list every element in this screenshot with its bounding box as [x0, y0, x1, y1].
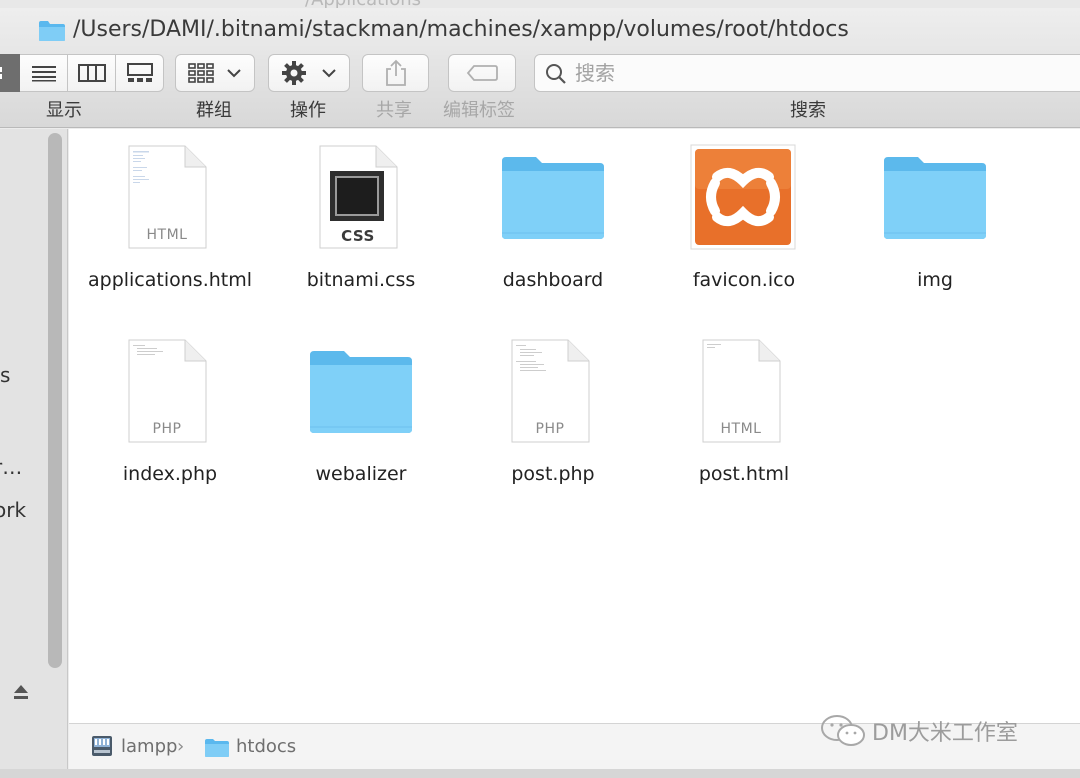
file-name: applications.html	[87, 269, 253, 291]
sidebar-item-partial[interactable]: s	[0, 363, 10, 387]
watermark: DM大米工作室	[820, 714, 1018, 748]
list-view-button[interactable]	[20, 54, 68, 92]
column-view-button[interactable]	[68, 54, 116, 92]
file-name: post.html	[698, 463, 790, 485]
view-label: 显示	[46, 100, 82, 121]
gear-icon	[282, 61, 306, 85]
folder-item-dashboard[interactable]: dashboard	[458, 143, 648, 291]
folder-icon	[498, 143, 608, 253]
gallery-view-button[interactable]	[116, 54, 164, 92]
file-type-label: PHP	[535, 421, 565, 437]
toolbar: 显示 群组 操作 共享 编辑标签 搜索 搜索	[0, 52, 1080, 128]
icon-grid-icon	[0, 67, 2, 79]
file-item-post-php[interactable]: PHP post.php	[458, 337, 648, 485]
file-item-post-html[interactable]: HTML post.html	[649, 337, 839, 485]
gallery-icon	[126, 63, 153, 82]
file-name: index.php	[122, 463, 218, 485]
file-item-index-php[interactable]: PHP index.php	[75, 337, 265, 485]
file-name: dashboard	[502, 269, 604, 291]
search-field[interactable]	[534, 54, 1080, 92]
css-file-icon: CSS	[306, 143, 416, 253]
file-item-favicon-ico[interactable]: favicon.ico	[649, 143, 839, 291]
sidebar-item-partial[interactable]: r…	[0, 455, 22, 479]
path-item-htdocs[interactable]: htdocs	[236, 736, 296, 757]
view-mode-segmented-control	[0, 54, 164, 92]
title-bar: /Users/DAMI/.bitnami/stackman/machines/x…	[0, 8, 1080, 54]
file-name: webalizer	[315, 463, 407, 485]
folder-item-img[interactable]: img	[840, 143, 1030, 291]
chevron-down-icon	[227, 69, 241, 78]
folder-icon	[204, 738, 230, 762]
icon-view-button[interactable]	[0, 54, 20, 92]
group-label: 群组	[196, 100, 232, 121]
folder-icon	[880, 143, 990, 253]
file-type-label: PHP	[152, 421, 182, 437]
file-name: post.php	[511, 463, 595, 485]
file-type-label: HTML	[146, 227, 188, 243]
edit-tags-label: 编辑标签	[443, 100, 515, 121]
path-separator: ›	[177, 736, 185, 757]
hard-drive-icon	[91, 734, 113, 762]
folder-icon	[38, 20, 66, 46]
path-item-lampp[interactable]: lampp	[121, 736, 177, 757]
edit-tags-button[interactable]	[448, 54, 516, 92]
sidebar-item-partial[interactable]: ork	[0, 498, 26, 522]
php-file-icon: PHP	[115, 337, 225, 447]
share-icon	[385, 59, 406, 86]
watermark-text: DM大米工作室	[872, 721, 1018, 746]
php-file-icon: PHP	[498, 337, 608, 447]
action-label: 操作	[290, 100, 326, 121]
tag-icon	[466, 65, 498, 81]
columns-icon	[77, 64, 106, 82]
folder-icon	[306, 337, 416, 447]
list-icon	[31, 66, 56, 82]
search-icon	[546, 64, 566, 84]
file-name: img	[917, 269, 953, 291]
file-item-applications-html[interactable]: HTML applications.html	[75, 143, 265, 291]
sidebar: s r… ork	[0, 129, 68, 769]
html-file-icon: HTML	[689, 337, 799, 447]
search-input[interactable]	[575, 59, 1055, 87]
file-grid: HTML applications.html CSS bitnami.css d…	[69, 129, 1080, 723]
file-name: bitnami.css	[306, 269, 416, 291]
window-title-path: /Users/DAMI/.bitnami/stackman/machines/x…	[73, 17, 849, 42]
group-button[interactable]	[175, 54, 255, 92]
action-button[interactable]	[268, 54, 350, 92]
chevron-down-icon	[322, 69, 336, 78]
sidebar-scrollbar[interactable]	[48, 133, 62, 668]
eject-icon[interactable]	[12, 684, 30, 704]
xampp-logo-icon	[689, 143, 799, 253]
file-item-bitnami-css[interactable]: CSS bitnami.css	[266, 143, 456, 291]
share-label: 共享	[376, 100, 412, 121]
window-bottom-edge	[0, 769, 1080, 778]
file-type-label: HTML	[720, 421, 762, 437]
html-file-icon: HTML	[115, 143, 225, 253]
search-label: 搜索	[790, 100, 826, 121]
wechat-logo-icon	[821, 715, 865, 746]
share-button[interactable]	[362, 54, 429, 92]
folder-item-webalizer[interactable]: webalizer	[266, 337, 456, 485]
file-name: favicon.ico	[692, 269, 796, 291]
file-type-label: CSS	[341, 227, 375, 245]
group-grid-icon	[188, 63, 214, 83]
